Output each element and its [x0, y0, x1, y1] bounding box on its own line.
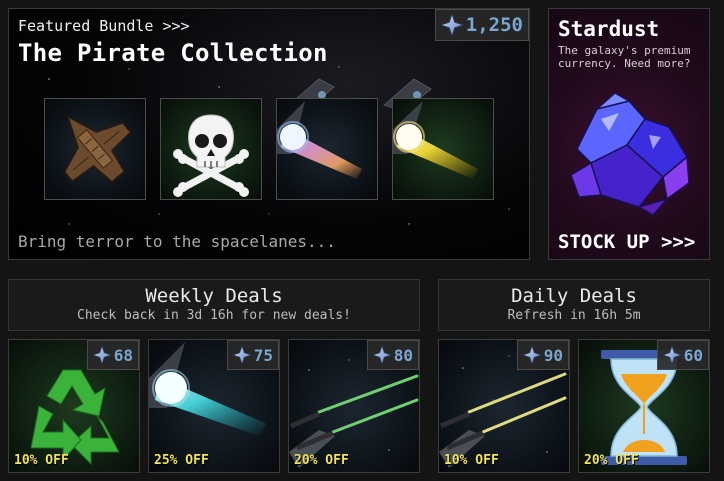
stardust-gem-icon: [232, 346, 251, 364]
featured-bundle-panel[interactable]: Featured Bundle >>> The Pirate Collectio…: [8, 8, 530, 260]
daily-deals-subtitle: Refresh in 16h 5m: [507, 308, 641, 323]
daily-deals-header: Daily Deals Refresh in 16h 5m: [438, 279, 710, 331]
stardust-title: Stardust: [558, 17, 660, 41]
bundle-item-gold-trail[interactable]: [392, 98, 494, 200]
featured-tagline: Bring terror to the spacelanes...: [18, 232, 336, 251]
pirate-ship-icon: [45, 99, 145, 199]
daily-deal-tile[interactable]: 60 20% OFF: [578, 339, 710, 473]
daily-deal-tile[interactable]: 90 10% OFF: [438, 339, 570, 473]
stardust-gem-icon: [662, 346, 681, 364]
discount-label: 20% OFF: [584, 453, 639, 468]
price-badge: 68: [86, 340, 139, 370]
deal-price: 60: [683, 345, 703, 365]
stardust-gem-icon: [372, 346, 391, 364]
featured-kicker: Featured Bundle >>>: [18, 17, 190, 35]
featured-title: The Pirate Collection: [18, 39, 328, 67]
deal-price: 75: [253, 345, 273, 365]
stardust-gem-icon: [522, 346, 541, 364]
stardust-gem-icon: [92, 346, 111, 364]
price-badge: 60: [656, 340, 709, 370]
stardust-crystal-icon: [570, 92, 690, 216]
featured-price-badge: 1,250: [434, 9, 529, 41]
weekly-deals-title: Weekly Deals: [145, 285, 283, 307]
bundle-item-rainbow-trail[interactable]: [276, 98, 378, 200]
bundle-item-skull[interactable]: [160, 98, 262, 200]
stock-up-button[interactable]: STOCK UP >>>: [558, 231, 695, 253]
daily-deals-title: Daily Deals: [511, 285, 637, 307]
discount-label: 20% OFF: [294, 453, 349, 468]
weekly-deal-tile[interactable]: 80 20% OFF: [288, 339, 420, 473]
bundle-item-pirate-ship[interactable]: [44, 98, 146, 200]
weekly-deals-header: Weekly Deals Check back in 3d 16h for ne…: [8, 279, 420, 331]
stardust-description: The galaxy's premium currency. Need more…: [558, 44, 691, 70]
stardust-panel[interactable]: Stardust The galaxy's premium currency. …: [548, 8, 710, 260]
stardust-gem-icon: [440, 14, 463, 36]
skull-crossbones-icon: [161, 99, 261, 199]
discount-label: 10% OFF: [444, 453, 499, 468]
weekly-deal-tile[interactable]: 68 10% OFF: [8, 339, 140, 473]
price-badge: 80: [366, 340, 419, 370]
rainbow-comet-icon: [277, 99, 377, 199]
price-badge: 75: [226, 340, 279, 370]
discount-label: 25% OFF: [154, 453, 209, 468]
deal-price: 90: [543, 345, 563, 365]
price-badge: 90: [516, 340, 569, 370]
weekly-deal-tile[interactable]: 75 25% OFF: [148, 339, 280, 473]
gold-comet-icon: [393, 99, 493, 199]
discount-label: 10% OFF: [14, 453, 69, 468]
deal-price: 68: [113, 345, 133, 365]
featured-price: 1,250: [465, 14, 523, 36]
deal-price: 80: [393, 345, 413, 365]
weekly-deals-subtitle: Check back in 3d 16h for new deals!: [77, 308, 351, 323]
